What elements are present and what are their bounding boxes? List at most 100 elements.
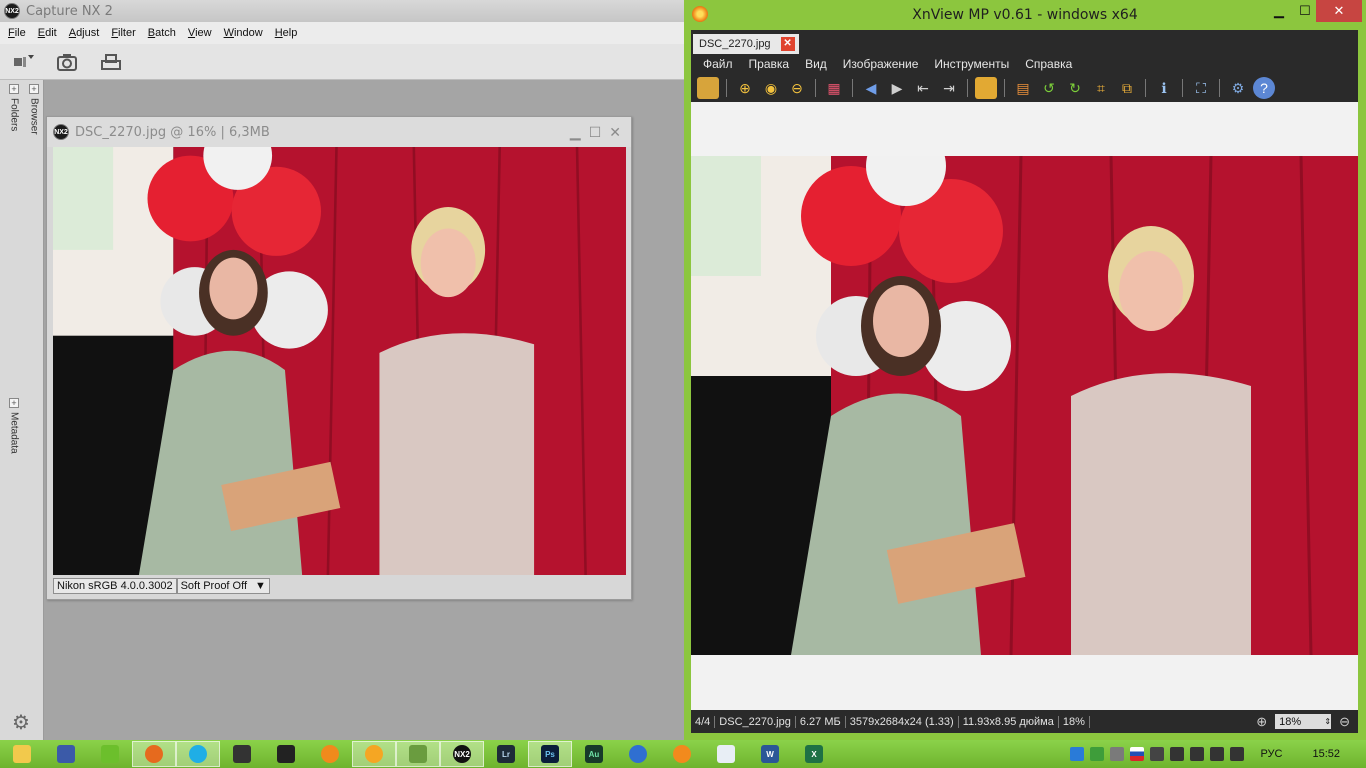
- photoshop-icon: Ps: [541, 745, 559, 763]
- sidebar-tab-folders[interactable]: + Folders: [6, 84, 22, 131]
- globe-icon: [629, 745, 647, 763]
- resize-icon[interactable]: ⧉: [1116, 77, 1138, 99]
- minimize-icon[interactable]: ▁: [1266, 0, 1292, 22]
- menu-help[interactable]: Help: [269, 27, 304, 39]
- taskbar-sun[interactable]: [660, 741, 704, 767]
- volume-icon[interactable]: [1230, 747, 1245, 761]
- xnview-titlebar[interactable]: XnView MP v0.61 - windows x64 ▁ ☐ ✕: [684, 0, 1366, 30]
- battery-icon[interactable]: [1190, 747, 1205, 761]
- menu-help[interactable]: Справка: [1017, 57, 1080, 71]
- expand-icon: +: [29, 84, 39, 94]
- capture-nx-title: Capture NX 2: [26, 3, 113, 19]
- photo-canvas[interactable]: [53, 147, 626, 575]
- xnview-window: XnView MP v0.61 - windows x64 ▁ ☐ ✕ DSC_…: [684, 0, 1366, 740]
- menu-file[interactable]: File: [2, 27, 32, 39]
- menu-batch[interactable]: Batch: [142, 27, 182, 39]
- clock[interactable]: 15:52: [1312, 748, 1340, 760]
- capture-nx-logo-icon: NX2: [4, 3, 20, 19]
- input-language[interactable]: РУС: [1260, 748, 1282, 760]
- menu-edit[interactable]: Edit: [32, 27, 63, 39]
- word-icon: W: [761, 745, 779, 763]
- sidebar-tab-label: Browser: [28, 98, 40, 135]
- xnview-menubar: Файл Правка Вид Изображение Инструменты …: [691, 54, 1358, 74]
- clapperboard-icon: [277, 745, 295, 763]
- grid-icon[interactable]: ▦: [823, 77, 845, 99]
- status-index: 4/4: [691, 715, 716, 728]
- taskbar-firefox[interactable]: [132, 741, 176, 767]
- forward-icon[interactable]: ▶: [886, 77, 908, 99]
- fullscreen-icon[interactable]: ⛶: [1190, 77, 1212, 99]
- zoom-out-icon[interactable]: ⊖: [1339, 714, 1350, 730]
- crop-icon[interactable]: ⌗: [1090, 77, 1112, 99]
- taskbar-utorrent[interactable]: [88, 741, 132, 767]
- maximize-icon[interactable]: ☐: [1292, 0, 1318, 22]
- adjust-icon[interactable]: ▤: [1012, 77, 1034, 99]
- menu-view[interactable]: Вид: [797, 57, 835, 71]
- maximize-icon[interactable]: ☐: [589, 124, 602, 141]
- flag-tray-icon[interactable]: [1170, 747, 1185, 761]
- taskbar-capture-nx[interactable]: NX2: [440, 741, 484, 767]
- taskbar-word[interactable]: W: [748, 741, 792, 767]
- settings-icon[interactable]: ⚙: [1227, 77, 1249, 99]
- close-icon[interactable]: ✕: [780, 37, 795, 51]
- document-titlebar[interactable]: NX2 DSC_2270.jpg @ 16% | 6,3MB ▁ ☐ ✕: [47, 117, 631, 147]
- gear-icon[interactable]: ⚙: [12, 712, 34, 734]
- browser-icon[interactable]: [697, 77, 719, 99]
- menu-filter[interactable]: Filter: [105, 27, 141, 39]
- taskbar-browser[interactable]: [616, 741, 660, 767]
- taskbar-excel[interactable]: X: [792, 741, 836, 767]
- display-tray-icon[interactable]: [1150, 747, 1165, 761]
- taskbar-explorer[interactable]: [0, 741, 44, 767]
- check-tray-icon[interactable]: [1090, 747, 1105, 761]
- antivirus-tray-icon[interactable]: [1110, 747, 1125, 761]
- zoom-in-icon[interactable]: ⊕: [1256, 714, 1267, 730]
- info-icon[interactable]: ℹ: [1153, 77, 1175, 99]
- print-icon[interactable]: [96, 49, 126, 75]
- last-icon[interactable]: ⇥: [938, 77, 960, 99]
- zoom-select[interactable]: 18% ⇕: [1275, 714, 1332, 729]
- camera-icon[interactable]: [52, 49, 82, 75]
- taskbar-xnview-orange[interactable]: [308, 741, 352, 767]
- workspace-dropdown-icon[interactable]: [8, 49, 38, 75]
- menu-adjust[interactable]: Adjust: [63, 27, 106, 39]
- menu-view[interactable]: View: [182, 27, 218, 39]
- taskbar-viewer[interactable]: [396, 741, 440, 767]
- utorrent-icon: [101, 745, 119, 763]
- taskbar-audition[interactable]: Au: [572, 741, 616, 767]
- menu-edit[interactable]: Правка: [741, 57, 798, 71]
- first-icon[interactable]: ⇤: [912, 77, 934, 99]
- taskbar-skype[interactable]: [176, 741, 220, 767]
- capture-nx-titlebar[interactable]: NX2 Capture NX 2: [0, 0, 684, 22]
- zoom-fit-icon[interactable]: ◉: [760, 77, 782, 99]
- taskbar-xnview-active[interactable]: [352, 741, 396, 767]
- zoom-out-icon[interactable]: ⊖: [786, 77, 808, 99]
- skype-tray-icon[interactable]: [1070, 747, 1085, 761]
- taskbar-remote[interactable]: [704, 741, 748, 767]
- close-icon[interactable]: ✕: [609, 124, 621, 141]
- taskbar-photoshop[interactable]: Ps: [528, 741, 572, 767]
- taskbar-alien[interactable]: [220, 741, 264, 767]
- soft-proof-dropdown[interactable]: Soft Proof Off ▼: [176, 578, 270, 594]
- slideshow-icon[interactable]: [975, 77, 997, 99]
- image-tab[interactable]: DSC_2270.jpg ✕: [693, 34, 799, 54]
- help-icon[interactable]: ?: [1253, 77, 1275, 99]
- menu-window[interactable]: Window: [218, 27, 269, 39]
- network-icon[interactable]: [1210, 747, 1225, 761]
- taskbar-save[interactable]: [44, 741, 88, 767]
- image-viewer[interactable]: [691, 102, 1358, 710]
- taskbar-clapper[interactable]: [264, 741, 308, 767]
- close-icon[interactable]: ✕: [1316, 0, 1362, 22]
- zoom-in-icon[interactable]: ⊕: [734, 77, 756, 99]
- back-icon[interactable]: ◀: [860, 77, 882, 99]
- language-flag-icon[interactable]: [1130, 747, 1145, 761]
- taskbar-lightroom[interactable]: Lr: [484, 741, 528, 767]
- minimize-icon[interactable]: ▁: [570, 124, 581, 141]
- menu-file[interactable]: Файл: [695, 57, 741, 71]
- menu-tools[interactable]: Инструменты: [926, 57, 1017, 71]
- rotate-left-icon[interactable]: ↺: [1038, 77, 1060, 99]
- rotate-right-icon[interactable]: ↻: [1064, 77, 1086, 99]
- menu-image[interactable]: Изображение: [835, 57, 927, 71]
- spinner-icon: ⇕: [1324, 717, 1332, 726]
- sidebar-tab-browser[interactable]: + Browser: [26, 84, 42, 135]
- sidebar-tab-metadata[interactable]: + Metadata: [6, 398, 22, 454]
